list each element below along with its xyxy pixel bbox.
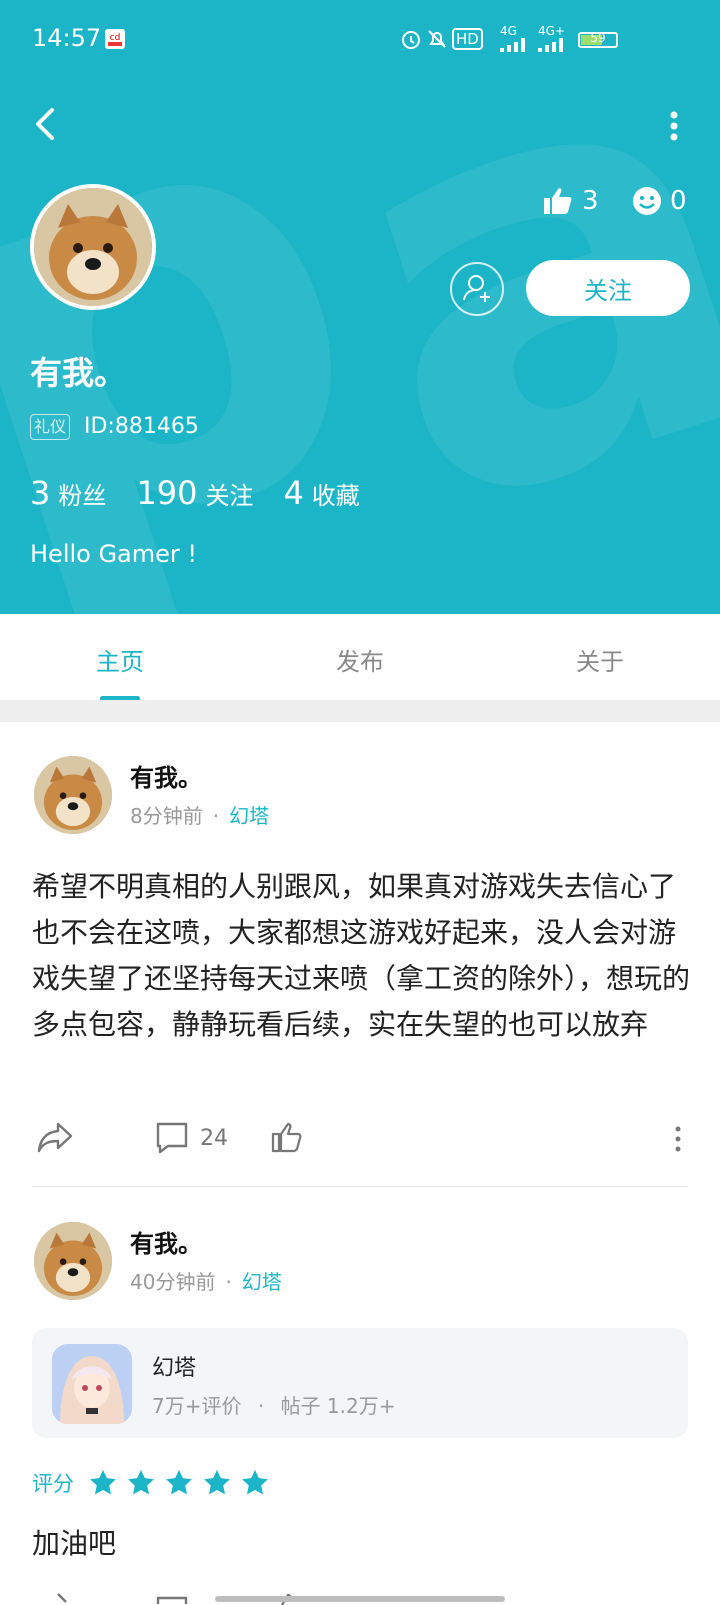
comment-count: 24 xyxy=(200,1126,228,1151)
star-icon xyxy=(242,1469,268,1495)
following-label: 关注 xyxy=(205,482,254,510)
post-time: 40分钟前 xyxy=(130,1270,216,1294)
battery-icon: 59 xyxy=(578,31,618,48)
following-stat[interactable]: 190 关注 xyxy=(136,474,253,512)
profile-header: p a 14:57 cd HD 4G 4G+ 59 3 0 关注 有我。 礼仪 … xyxy=(0,0,720,614)
post-header: 有我。 40分钟前 · 幻塔 xyxy=(34,1222,674,1302)
profile-counts: 3 粉丝 190 关注 4 收藏 xyxy=(30,474,360,512)
favorites-stat[interactable]: 4 收藏 xyxy=(283,474,359,512)
post-game-link[interactable]: 幻塔 xyxy=(242,1270,282,1294)
status-bar: 14:57 cd HD 4G 4G+ 59 xyxy=(0,0,720,80)
meta-dot: · xyxy=(225,1270,232,1294)
battery-level: 59 xyxy=(590,31,606,45)
signal-icon xyxy=(500,38,525,52)
back-arrow-icon[interactable] xyxy=(30,104,60,144)
star-icon xyxy=(204,1469,230,1495)
post-header: 有我。 8分钟前 · 幻塔 xyxy=(34,756,674,836)
user-id: ID:881465 xyxy=(84,414,199,439)
game-icon xyxy=(52,1344,132,1424)
favorites-count: 4 xyxy=(283,474,304,512)
followers-label: 粉丝 xyxy=(58,482,107,510)
post-time: 8分钟前 xyxy=(130,804,203,828)
followers-count: 3 xyxy=(30,474,51,512)
tab-about[interactable]: 关于 xyxy=(540,642,660,677)
svg-text:cd: cd xyxy=(110,33,121,43)
post-meta: 8分钟前 · 幻塔 xyxy=(130,800,269,829)
post-meta: 40分钟前 · 幻塔 xyxy=(130,1266,282,1295)
post-avatar[interactable] xyxy=(34,1222,112,1300)
section-separator xyxy=(0,700,720,722)
post-more-icon[interactable] xyxy=(674,1126,682,1152)
follow-button[interactable]: 关注 xyxy=(526,260,690,316)
favorites-label: 收藏 xyxy=(311,482,360,510)
game-stats: 7万+评价 · 帖子 1.2万+ xyxy=(152,1390,395,1419)
smiles-stat: 0 xyxy=(632,186,687,216)
game-posts: 帖子 1.2万+ xyxy=(280,1394,396,1418)
likes-stat: 3 xyxy=(542,186,599,216)
mute-icon xyxy=(428,30,446,48)
post-game-link[interactable]: 幻塔 xyxy=(229,804,269,828)
like-icon[interactable] xyxy=(270,1120,304,1154)
alarm-icon xyxy=(402,31,420,49)
shiba-avatar-image xyxy=(34,756,112,834)
post-avatar[interactable] xyxy=(34,756,112,834)
profile-tabs: 主页 发布 关于 xyxy=(0,614,720,701)
smile-icon xyxy=(633,187,661,215)
game-reviews: 7万+评价 xyxy=(152,1394,242,1418)
add-friend-button[interactable] xyxy=(450,262,504,316)
thumbs-up-icon xyxy=(544,188,572,214)
post-author[interactable]: 有我。 xyxy=(130,1224,202,1259)
signal-icon xyxy=(538,38,563,52)
post-text[interactable]: 希望不明真相的人别跟风，如果真对游戏失去信心了也不会在这喷，大家都想这游戏好起来… xyxy=(32,864,692,1048)
likes-count: 3 xyxy=(582,186,599,216)
rating: 评分 xyxy=(32,1468,270,1498)
game-character-image xyxy=(52,1344,132,1424)
smiles-count: 0 xyxy=(670,186,687,216)
following-count: 190 xyxy=(136,474,198,512)
profile-nickname: 有我。 xyxy=(30,354,127,392)
status-time: 14:57 xyxy=(32,24,102,52)
star-icon xyxy=(166,1469,192,1495)
meta-dot: · xyxy=(257,1394,265,1418)
share-icon[interactable] xyxy=(36,1120,74,1154)
post-divider xyxy=(32,1186,688,1187)
meta-dot: · xyxy=(212,804,220,828)
tab-posts[interactable]: 发布 xyxy=(300,642,420,677)
post-actions: 24 xyxy=(32,1120,692,1160)
more-options-icon[interactable] xyxy=(668,110,680,142)
game-name: 幻塔 xyxy=(152,1356,197,1381)
comment-icon[interactable] xyxy=(154,1594,190,1605)
network-4g-plus: 4G+ xyxy=(538,24,565,38)
share-icon[interactable] xyxy=(36,1590,74,1605)
gesture-nav-bar[interactable] xyxy=(215,1596,505,1602)
shiba-avatar-image xyxy=(34,1222,112,1300)
tab-home[interactable]: 主页 xyxy=(60,642,180,677)
rating-label: 评分 xyxy=(32,1472,74,1496)
followers-stat[interactable]: 3 粉丝 xyxy=(30,474,106,512)
app-notification-icon: cd xyxy=(105,29,125,49)
etiquette-badge[interactable]: 礼仪 xyxy=(30,414,71,440)
star-icon xyxy=(90,1469,116,1495)
shiba-avatar-image xyxy=(34,188,152,306)
hd-badge: HD xyxy=(452,28,483,50)
profile-bio: Hello Gamer ! xyxy=(30,540,198,568)
post-author[interactable]: 有我。 xyxy=(130,758,202,793)
comment-icon[interactable] xyxy=(154,1120,190,1156)
game-card[interactable]: 幻塔 7万+评价 · 帖子 1.2万+ xyxy=(32,1328,688,1438)
avatar[interactable] xyxy=(30,184,156,310)
network-4g: 4G xyxy=(500,24,517,38)
star-icon xyxy=(128,1469,154,1495)
post-text[interactable]: 加油吧 xyxy=(32,1522,116,1562)
add-user-icon xyxy=(463,275,490,302)
